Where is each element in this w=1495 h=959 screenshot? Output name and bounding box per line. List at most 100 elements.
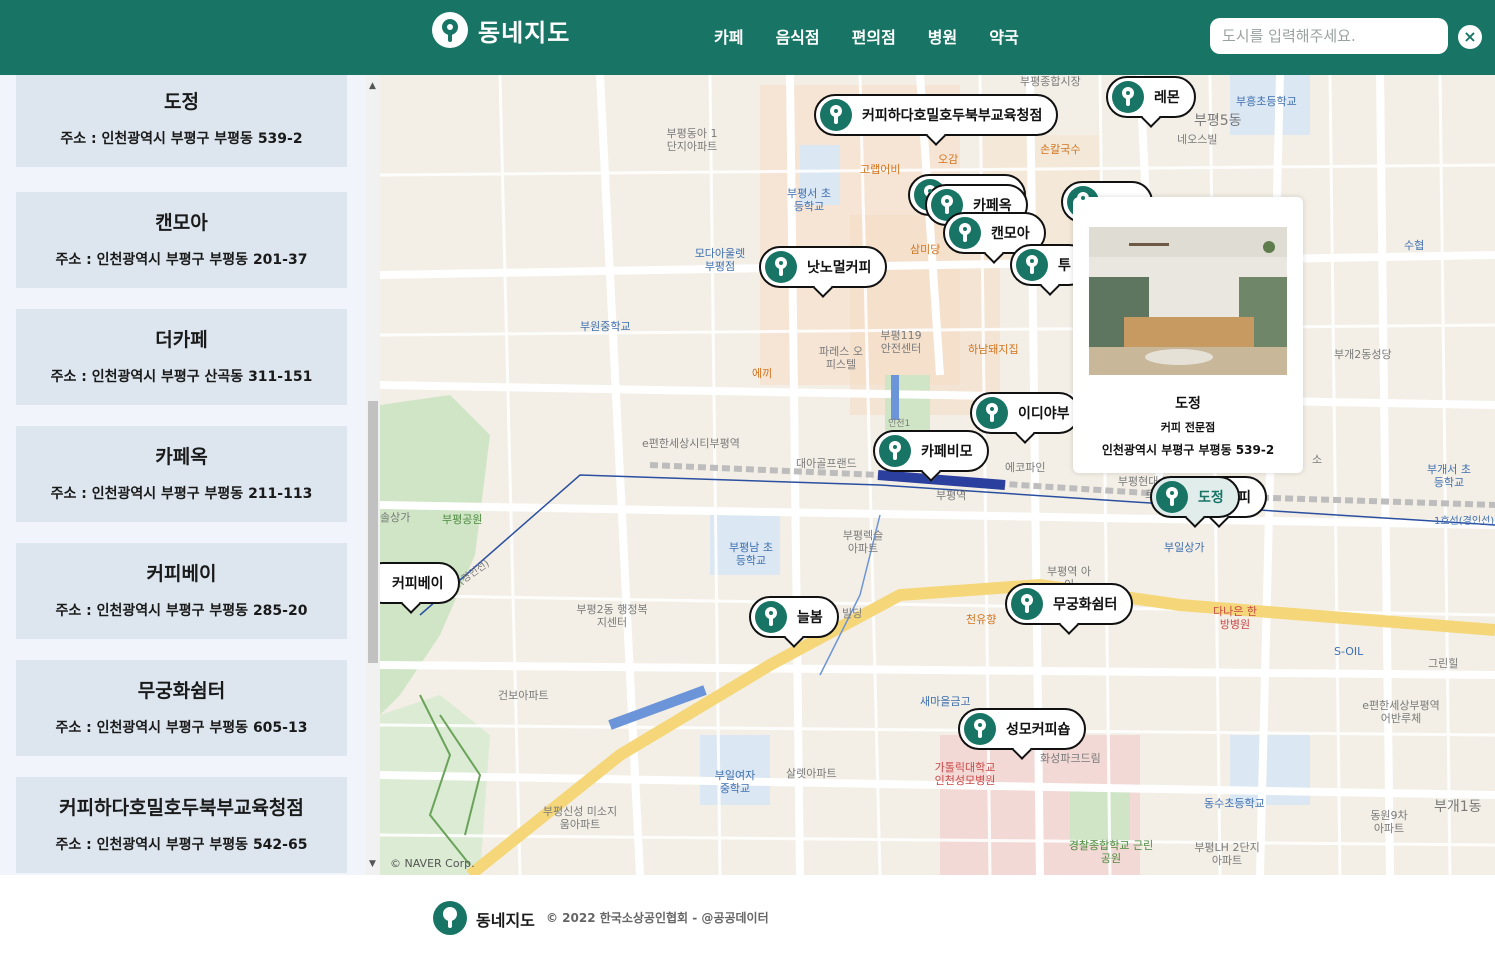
place-label: 부개서 초등학교	[1427, 463, 1471, 489]
marker-label: 도정	[1198, 490, 1224, 506]
place-label: 손칼국수	[1040, 143, 1081, 156]
place-label: 에끼	[752, 367, 773, 380]
map-view[interactable]: 부평종합시장 부평동아 1단지아파트 부평5동 네오스빌 부흥초등학교 오감 손…	[380, 75, 1495, 875]
place-label: 부평5동	[1194, 113, 1242, 129]
place-label: 부평동아 1단지아파트	[666, 127, 718, 153]
store-address: 주소 : 인천광역시 부평구 부평동 605-13	[55, 720, 308, 736]
city-search-input[interactable]	[1210, 18, 1448, 54]
store-card[interactable]: 더카페 주소 : 인천광역시 부평구 산곡동 311-151	[16, 309, 347, 405]
store-address: 주소 : 인천광역시 부평구 부평동 539-2	[60, 131, 303, 147]
nav-hospital[interactable]: 병원	[928, 24, 957, 48]
place-label: e편한세상시티부평역	[642, 437, 740, 450]
place-label: 건보아파트	[498, 689, 549, 702]
store-card[interactable]: 커피베이 주소 : 인천광역시 부평구 부평동 285-20	[16, 543, 347, 639]
place-label: 대아골프랜드	[796, 457, 857, 470]
place-label: 천유향	[966, 613, 997, 626]
place-label: 부평2동 행정복지센터	[576, 603, 648, 629]
store-address: 주소 : 인천광역시 부평구 산곡동 311-151	[50, 369, 313, 385]
logo[interactable]: 동네지도	[432, 12, 570, 48]
map-copyright: © NAVER Corp.	[390, 857, 475, 870]
place-label: S-OIL	[1334, 645, 1364, 658]
store-name: 커피하다호밀호두북부교육청점	[59, 797, 304, 819]
place-label: 하남돼지집	[968, 343, 1019, 356]
map-marker[interactable]: 레몬	[1106, 76, 1196, 118]
store-info-popup: 도정 커피 전문점 인천광역시 부평구 부평동 539-2	[1073, 197, 1303, 473]
place-label: 부평렉슬 아파트	[842, 529, 884, 555]
place-label: 살렛아파트	[786, 767, 837, 780]
store-list-sidebar: 도정 주소 : 인천광역시 부평구 부평동 539-2 캔모아 주소 : 인천광…	[0, 75, 380, 875]
place-label: 삼미당	[910, 243, 941, 256]
place-label: 부평공원	[442, 513, 483, 526]
marker-label: 커피하다호밀호두북부교육청점	[862, 108, 1043, 124]
store-name: 캔모아	[155, 212, 208, 234]
scroll-up-arrow-icon[interactable]: ▲	[369, 81, 376, 91]
map-pin-icon	[820, 99, 852, 131]
marker-label: 피	[1238, 490, 1251, 506]
store-card[interactable]: 커피하다호밀호두북부교육청점 주소 : 인천광역시 부평구 부평동 542-65	[16, 777, 347, 873]
store-address: 주소 : 인천광역시 부평구 부평동 542-65	[55, 837, 308, 853]
marker-label: 카페비모	[921, 444, 973, 460]
scroll-thumb[interactable]	[368, 401, 378, 663]
place-label: 부개2동성당	[1334, 348, 1392, 361]
map-marker[interactable]: 성모커피숍	[958, 708, 1087, 750]
map-marker[interactable]: 무궁화쉼터	[1005, 583, 1134, 625]
nav-pharmacy[interactable]: 약국	[989, 24, 1018, 48]
map-marker[interactable]: 늘봄	[749, 596, 839, 638]
map-pin-icon	[964, 713, 996, 745]
place-label: 모다아울렛 부평점	[694, 247, 746, 273]
place-label: 부평LH 2단지아파트	[1194, 841, 1260, 867]
place-label: 부평종합시장	[1020, 75, 1081, 88]
map-pin-icon	[1016, 249, 1048, 281]
store-card[interactable]: 무궁화쉼터 주소 : 인천광역시 부평구 부평동 605-13	[16, 660, 347, 756]
popup-store-address: 인천광역시 부평구 부평동 539-2	[1101, 443, 1275, 457]
map-pin-icon	[1156, 481, 1188, 513]
marker-label: 이디야부	[1018, 406, 1070, 422]
place-label: 부평역	[936, 489, 967, 502]
nav-restaurant[interactable]: 음식점	[775, 24, 819, 48]
place-label: 부개1동	[1434, 799, 1482, 815]
footer-copyright: © 2022 한국소상공인협회 - @공공데이터	[546, 911, 769, 925]
store-card[interactable]: 카페옥 주소 : 인천광역시 부평구 부평동 211-113	[16, 426, 347, 522]
logo-text: 동네지도	[478, 18, 571, 47]
map-marker[interactable]: 낫노멀커피	[759, 246, 888, 288]
sidebar-scrollbar[interactable]: ▲ ▼	[366, 75, 380, 875]
marker-label: 커피베이	[392, 576, 444, 592]
map-pin-icon	[432, 12, 468, 48]
scroll-down-arrow-icon[interactable]: ▼	[369, 859, 376, 869]
footer: 동네지도 © 2022 한국소상공인협회 - @공공데이터	[0, 875, 1495, 959]
top-header: 동네지도 카페 음식점 편의점 병원 약국 ×	[0, 0, 1495, 75]
place-label: 동수초등학교	[1204, 797, 1265, 810]
store-photo	[1089, 227, 1287, 375]
category-nav: 카페 음식점 편의점 병원 약국	[714, 24, 1051, 48]
nav-convenience-store[interactable]: 편의점	[852, 24, 896, 48]
place-label: 오감	[938, 153, 959, 166]
map-pin-icon	[1011, 588, 1043, 620]
nav-cafe[interactable]: 카페	[714, 24, 743, 48]
store-address: 주소 : 인천광역시 부평구 부평동 201-37	[55, 252, 308, 268]
place-label: 경찰종합학교 근린공원	[1068, 839, 1154, 865]
place-label: 화성파크드림	[1040, 752, 1101, 765]
store-name: 더카페	[155, 329, 208, 351]
place-label: 수협	[1404, 239, 1425, 252]
place-label: 네오스빌	[1177, 133, 1218, 146]
place-label: 부흥초등학교	[1236, 95, 1297, 108]
map-marker-selected[interactable]: 도정	[1150, 476, 1240, 518]
store-name: 커피베이	[146, 563, 217, 585]
map-marker[interactable]: 커피베이	[380, 562, 460, 604]
map-marker[interactable]: 카페비모	[873, 430, 989, 472]
popup-store-name: 도정	[1175, 396, 1201, 412]
map-marker[interactable]: 이디야부	[970, 392, 1080, 434]
map-pin-icon	[949, 217, 981, 249]
store-name: 무궁화쉼터	[137, 680, 226, 702]
marker-label: 낫노멀커피	[807, 260, 872, 276]
place-label: 새마을금고	[920, 695, 971, 708]
marker-label: 캔모아	[991, 226, 1030, 242]
close-icon[interactable]: ×	[1458, 25, 1482, 49]
store-card[interactable]: 도정 주소 : 인천광역시 부평구 부평동 539-2	[16, 75, 347, 167]
place-label: 소	[1312, 453, 1323, 466]
place-label: 에코파인	[1005, 461, 1046, 474]
place-label: 부원중학교	[580, 320, 631, 333]
place-label: 부평서 초등학교	[787, 187, 831, 213]
map-marker[interactable]: 커피하다호밀호두북부교육청점	[814, 94, 1059, 136]
store-card[interactable]: 캔모아 주소 : 인천광역시 부평구 부평동 201-37	[16, 192, 347, 288]
